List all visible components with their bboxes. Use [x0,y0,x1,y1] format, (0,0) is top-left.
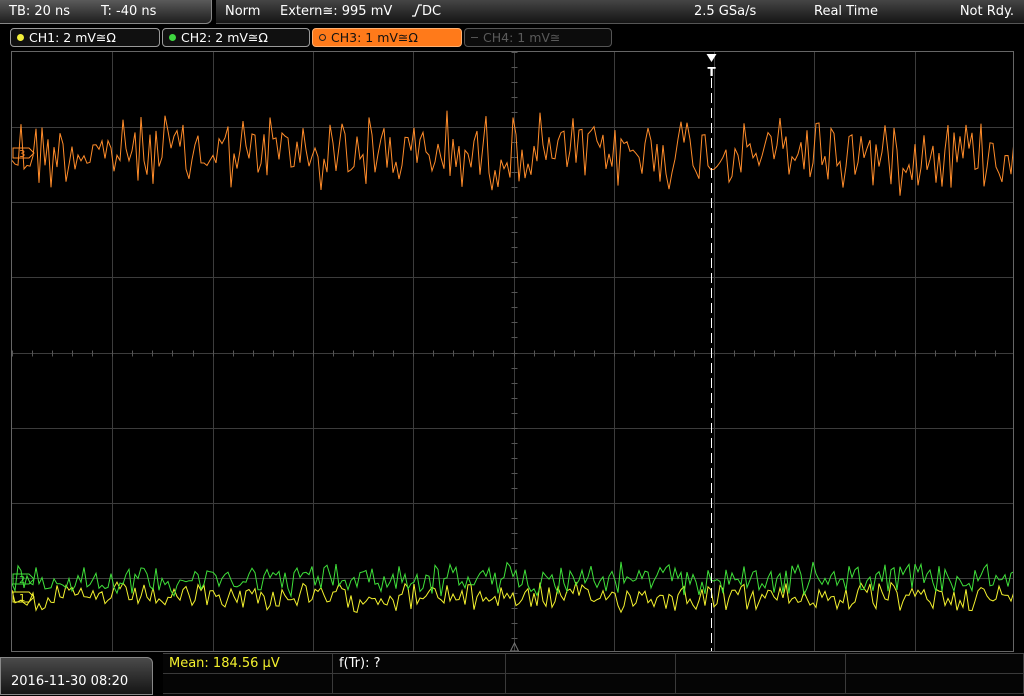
timebase-box[interactable]: TB: 20 ns T: -40 ns [0,0,212,24]
ch1-waveform [12,580,1013,614]
ch3-offset-marker[interactable]: 3 [12,147,35,160]
measurement-slot-6[interactable] [163,674,333,694]
waveform-grid: T 3 2 1 [12,52,1013,651]
measurement-slot-8[interactable] [506,674,676,694]
measurement-slot-3[interactable] [506,654,676,674]
timebase-label: TB: 20 ns [9,4,71,19]
measurement-mean[interactable]: Mean: 184.56 µV [163,654,333,674]
ch1-offset-marker-label: 1 [19,593,25,604]
measurement-slot-5[interactable] [846,654,1024,674]
channel-tab-ch3[interactable]: CH3: 1 mV≅Ω [312,28,462,47]
ch4-indicator-icon [471,37,478,38]
trigger-slope-icon [412,4,422,21]
channel-tabs: CH1: 2 mV≅Ω CH2: 2 mV≅Ω CH3: 1 mV≅Ω CH4:… [0,25,1024,49]
measurement-rise-frequency[interactable]: f(Tr): ? [333,654,506,674]
datetime-label: 2016-11-30 08:20 [11,674,129,689]
measurement-slot-10[interactable] [846,674,1024,694]
status-bar: TB: 20 ns T: -40 ns Norm Extern≅: 995 mV… [0,0,1024,24]
ch1-indicator-icon [17,34,24,41]
datetime-box: 2016-11-30 08:20 [0,657,153,695]
measurement-slot-9[interactable] [676,674,846,694]
ch2-tab-label: CH2: 2 mV≅Ω [181,30,268,45]
measurement-area[interactable]: Mean: 184.56 µV f(Tr): ? [163,653,1024,696]
ch1-tab-label: CH1: 2 mV≅Ω [29,30,116,45]
graticule [12,52,1013,651]
ch3-waveform [12,110,1013,196]
trigger-position-label: T [708,65,717,79]
ch2-offset-marker-label: 2 [19,575,25,586]
sample-rate-label: 2.5 GSa/s [694,4,757,19]
channel-tab-ch4[interactable]: CH4: 1 mV≅ [464,28,612,47]
measurement-slot-7[interactable] [333,674,506,694]
ch2-indicator-icon [169,34,176,41]
ch3-offset-marker-label: 3 [19,149,25,160]
trigger-offset-label: T: -40 ns [101,4,157,19]
trigger-source-label: Extern≅: 995 mV [280,4,393,19]
channel-tab-ch1[interactable]: CH1: 2 mV≅Ω [10,28,160,47]
ch3-indicator-icon [319,34,326,41]
trigger-coupling-label: DC [422,4,442,19]
trigger-mode-label: Norm [225,4,261,19]
channel-tab-ch2[interactable]: CH2: 2 mV≅Ω [162,28,310,47]
measurement-slot-4[interactable] [676,654,846,674]
run-state-label: Not Rdy. [959,4,1014,19]
acquisition-mode-label: Real Time [814,4,878,19]
ch3-tab-label: CH3: 1 mV≅Ω [331,30,418,45]
acquisition-info-box[interactable]: Norm Extern≅: 995 mV DC 2.5 GSa/s Real T… [216,0,1024,24]
ch4-tab-label: CH4: 1 mV≅ [483,30,561,45]
waveform-display[interactable]: T 3 2 1 [11,51,1014,652]
